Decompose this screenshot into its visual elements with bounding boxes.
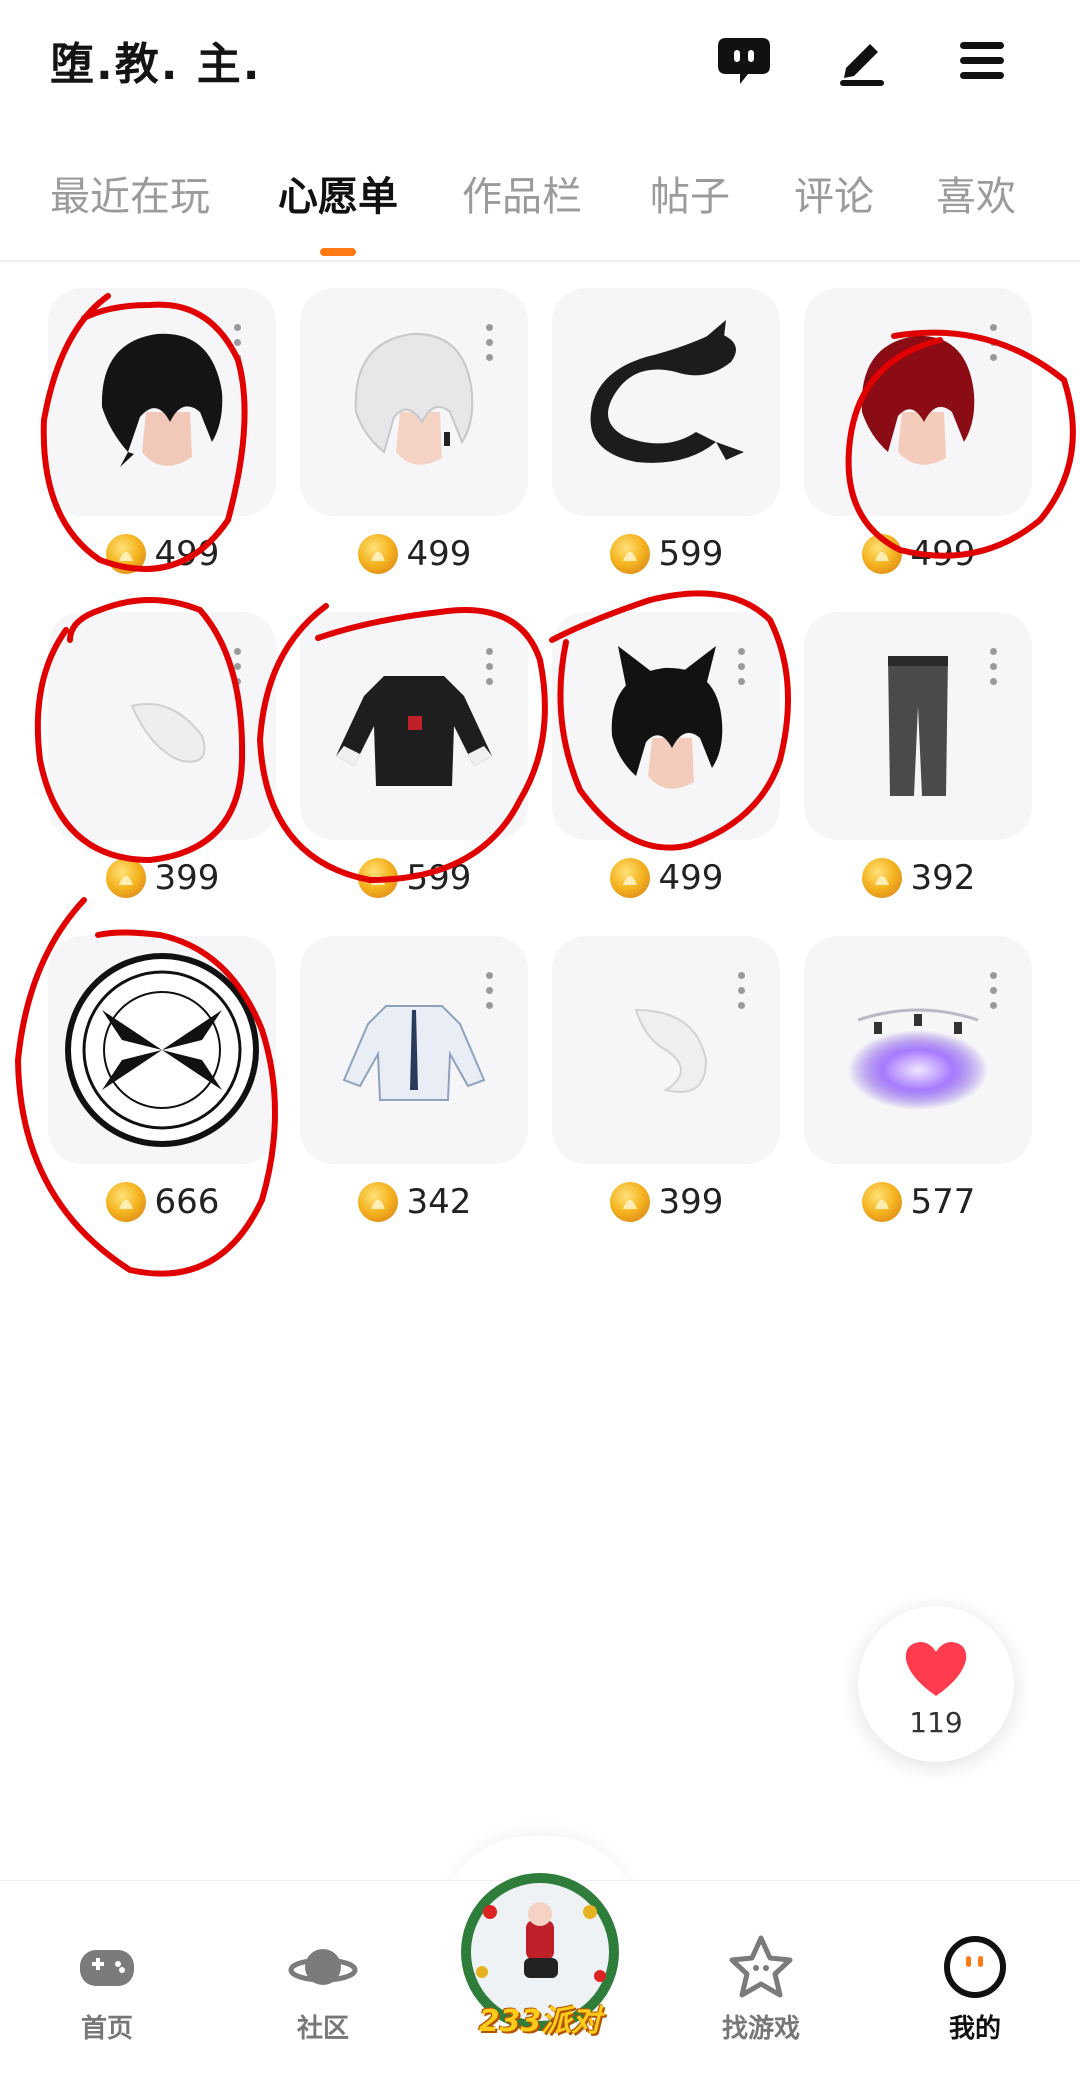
item-price: 499 [48,532,276,576]
coin-icon [357,858,398,898]
wishlist-item[interactable] [552,288,780,516]
tab-wishlist[interactable]: 心愿单 [278,164,398,222]
black-jacket-icon [336,676,492,786]
wishlist-item[interactable] [552,936,780,1164]
menu-icon[interactable] [952,30,1012,90]
more-options-icon[interactable] [738,648,746,688]
coin-icon [105,1182,146,1222]
item-price: 499 [552,856,780,900]
more-options-icon[interactable] [234,648,242,688]
more-options-icon[interactable] [738,972,746,1012]
purple-aura-icon [848,1008,988,1110]
gray-pants-icon [888,656,948,796]
magic-circle-icon [65,953,259,1147]
nav-home[interactable]: 首页 [32,1932,182,2045]
more-options-icon[interactable] [234,324,242,364]
item-price: 577 [804,1180,1032,1224]
more-options-icon[interactable] [486,324,494,364]
profile-tabs: 最近在玩 心愿单 作品栏 帖子 评论 喜欢 [0,150,1080,262]
coin-icon [861,858,902,898]
coin-icon [609,1182,650,1222]
tab-likes[interactable]: 喜欢 [936,164,1016,222]
wishlist-item[interactable] [804,936,1032,1164]
wishlist-item[interactable] [48,936,276,1164]
likes-count: 119 [909,1706,963,1739]
coin-icon [357,534,398,574]
coin-icon [861,1182,902,1222]
more-options-icon[interactable] [990,324,998,364]
item-price: 599 [552,532,780,576]
star-icon [729,1935,793,1998]
item-price: 392 [804,856,1032,900]
coin-icon [861,534,902,574]
red-hair-icon [861,335,975,465]
item-price: 666 [48,1180,276,1224]
wishlist-item[interactable] [804,612,1032,840]
more-options-icon[interactable] [990,648,998,688]
wishlist-item[interactable] [48,612,276,840]
wishlist-item[interactable] [804,288,1032,516]
nav-community[interactable]: 社区 [248,1932,398,2045]
more-options-icon[interactable] [990,972,998,1012]
heart-icon [905,1642,967,1696]
cat-ear-hair-icon [611,646,723,789]
item-price: 499 [300,532,528,576]
wishlist-item[interactable] [300,612,528,840]
wishlist-item[interactable] [300,936,528,1164]
white-fur-tail-icon [634,1008,708,1093]
black-dragon-icon [590,320,744,463]
wishlist-item[interactable] [552,612,780,840]
white-tail-icon [130,703,206,763]
active-tab-indicator [320,248,356,256]
tab-posts[interactable]: 帖子 [650,164,730,222]
tab-comments[interactable]: 评论 [794,164,874,222]
white-hair-icon [354,332,474,465]
planet-icon [288,1949,358,1985]
edit-icon[interactable] [832,30,892,90]
item-price: 342 [300,1180,528,1224]
wishlist-item[interactable] [300,288,528,516]
black-hair-icon [101,333,223,467]
wishlist-item[interactable] [48,288,276,516]
nav-party[interactable]: 233派对 [460,1872,620,2039]
item-price: 599 [300,856,528,900]
white-shirt-icon [342,1005,486,1101]
item-price: 399 [552,1180,780,1224]
item-price: 399 [48,856,276,900]
profile-face-icon [944,1936,1006,1998]
likes-bubble[interactable]: 119 [858,1606,1014,1762]
coin-icon [105,858,146,898]
coin-icon [609,534,650,574]
nav-find-games[interactable]: 找游戏 [686,1932,836,2045]
gamepad-icon [80,1950,134,1986]
message-icon[interactable] [714,30,774,90]
more-options-icon[interactable] [486,648,494,688]
tab-works[interactable]: 作品栏 [462,164,582,222]
tab-recent[interactable]: 最近在玩 [50,164,210,222]
nav-me[interactable]: 我的 [900,1932,1050,2045]
item-price: 499 [804,532,1032,576]
profile-title: 堕.教. 主. [50,39,262,90]
coin-icon [105,534,146,574]
coin-icon [357,1182,398,1222]
coin-icon [609,858,650,898]
more-options-icon[interactable] [486,972,494,1012]
top-header: 堕.教. 主. [0,0,1080,120]
